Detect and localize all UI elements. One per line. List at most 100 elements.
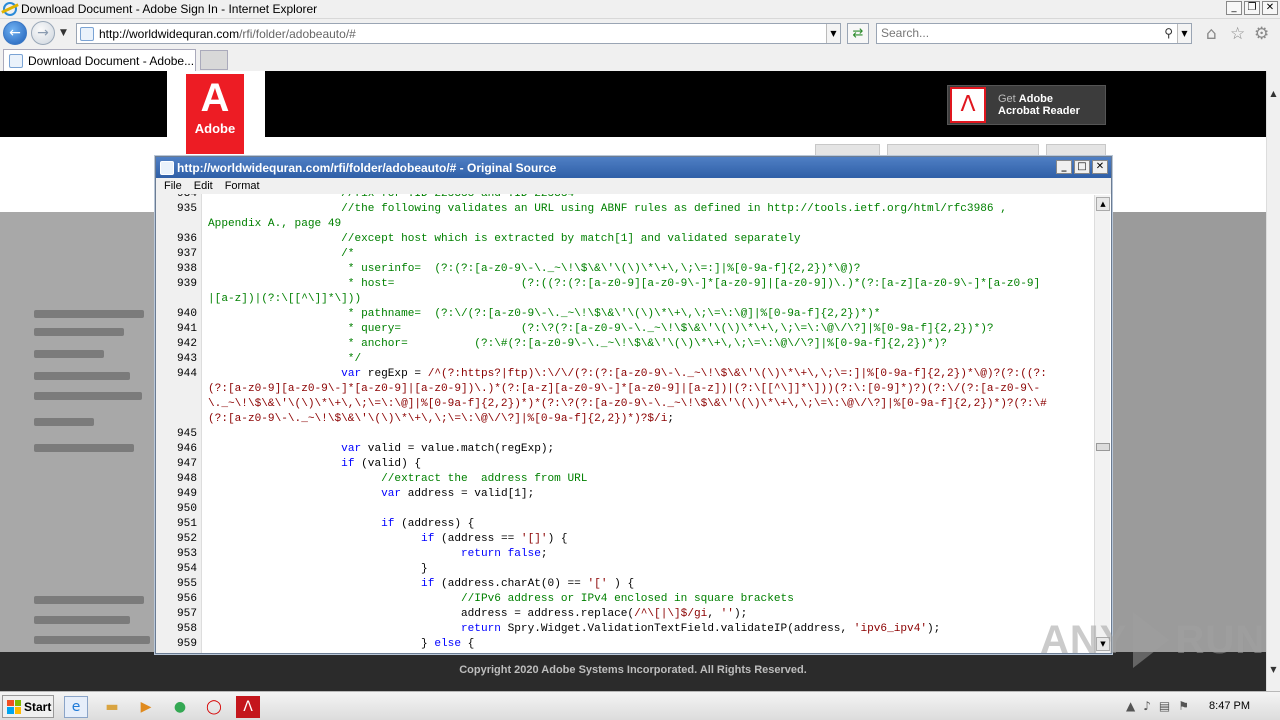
code-token: if [421,578,435,590]
search-icon[interactable]: ⚲ [1164,24,1173,43]
get-reader-prefix: Get [998,93,1019,105]
page-nav-tab[interactable] [1046,144,1106,156]
taskbar-media-player-icon[interactable]: ▶ [134,696,158,718]
settings-gear-icon[interactable]: ⚙ [1254,24,1269,44]
line-code: * host= (?:((?:(?:[a-z0-9][a-z0-9\-]*[a-… [208,277,1040,292]
tab-label: Download Document - Adobe... [28,53,195,68]
minimize-button[interactable]: _ [1226,1,1242,15]
source-code-view[interactable]: 934 //fix for :ID-225358 and :ID-225354 9… [156,194,1096,653]
back-button[interactable]: ← [3,21,27,45]
menu-file[interactable]: File [164,180,182,192]
code-token: */ [208,353,362,365]
code-token: (?:[a-z0-9\-\._~\!\$\&\'\(\)\*\+\,\;\=\:… [208,413,668,425]
windows-flag-icon [7,699,21,714]
source-minimize-button[interactable]: _ [1056,160,1072,174]
code-token: regExp = [361,368,428,380]
adobe-a-icon: A [200,76,230,120]
tray-flag-icon[interactable]: ⚑ [1178,699,1189,713]
taskbar-opera-icon[interactable]: ◯ [202,696,226,718]
menu-edit[interactable]: Edit [194,180,213,192]
source-scroll-up-icon[interactable]: ▲ [1096,197,1110,211]
line-code: return Spry.Widget.ValidationTextField.v… [208,622,940,637]
page-nav-tab[interactable] [815,144,880,156]
line-code: \._~\!\$\&\'\(\)\*\+\,\;\=\:\@]|%[0-9a-f… [208,397,1047,412]
code-token: Spry.Widget.ValidationTextField.validate… [500,623,854,635]
menu-format[interactable]: Format [225,180,260,192]
code-token: * userinfo= (?:(?:[a-z0-9\-\._~\!\$\&\'\… [208,263,861,275]
get-reader-product: Acrobat Reader [998,105,1080,117]
line-code: } else { [208,637,474,652]
code-token: var [381,488,402,500]
code-token: * query= (?:\?(?:[a-z0-9\-\._~\!\$\&\'\(… [208,323,994,335]
address-bar[interactable]: http://worldwidequran.com/rfi/folder/ado… [76,23,841,44]
blurred-text [34,328,124,336]
code-token: (address.charAt(0) == [434,578,588,590]
address-dropdown-icon[interactable]: ▼ [826,24,840,43]
restore-button[interactable]: ❐ [1244,1,1260,15]
line-number: 946 [177,443,197,455]
get-reader-text: Get Adobe Acrobat Reader [998,93,1080,117]
search-dropdown-icon[interactable]: ▼ [1177,24,1191,43]
blurred-text [34,418,94,426]
source-maximize-button[interactable]: □ [1074,160,1090,174]
line-number: 949 [177,488,197,500]
line-code: * query= (?:\?(?:[a-z0-9\-\._~\!\$\&\'\(… [208,322,994,337]
forward-button[interactable]: → [31,21,55,45]
source-close-button[interactable]: ✕ [1092,160,1108,174]
code-token: (valid) { [354,458,422,470]
code-token: } [208,638,435,650]
code-token: |[a-z])|(?:\[[^\]]*\])) [208,293,362,305]
source-scroll-thumb[interactable] [1096,443,1110,451]
taskbar-chrome-icon[interactable]: ● [168,696,192,718]
blurred-text [34,636,150,644]
scroll-up-icon[interactable]: ▲ [1267,87,1280,101]
recent-pages-dropdown-icon[interactable]: ▼ [60,28,67,38]
line-number: 935 [177,203,197,215]
search-input[interactable]: Search... ⚲ ▼ [876,23,1192,44]
close-button[interactable]: ✕ [1262,1,1278,15]
start-button[interactable]: Start [2,695,54,718]
adobe-logo: A Adobe [186,74,244,154]
taskbar-explorer-folder-icon[interactable]: ▬ [100,696,124,718]
line-number: 944 [177,368,197,380]
line-number: 934 [177,194,197,200]
acrobat-icon: ᐱ [950,87,986,123]
line-code: if (address == '[]') { [208,532,568,547]
source-scrollbar[interactable]: ▲ ▼ [1094,195,1110,653]
code-token: '[' [587,578,608,590]
line-number: 959 [177,638,197,650]
line-code: * pathname= (?:\/(?:[a-z0-9\-\._~\!\$\&\… [208,307,881,322]
taskbar-internet-explorer-icon[interactable]: e [64,696,88,718]
tab-favicon-icon [9,53,23,68]
scroll-down-icon[interactable]: ▼ [1267,663,1280,677]
tray-sound-icon[interactable]: ♪ [1143,699,1151,713]
refresh-button[interactable]: ⇄ [847,23,869,44]
code-token: //fix for :ID-225358 and :ID-225354 [208,194,575,200]
tray-network-icon[interactable]: ▤ [1159,699,1170,713]
line-code: if (address.charAt(0) == '[' ) { [208,577,634,592]
code-token: /* [208,248,355,260]
taskbar-acrobat-icon[interactable]: ᐱ [236,696,260,718]
line-code: return false; [208,547,548,562]
blurred-text [34,310,144,318]
page-scrollbar[interactable]: ▲ ▼ [1266,71,1280,691]
line-number: 940 [177,308,197,320]
line-number: 958 [177,623,197,635]
line-code: //except host which is extracted by matc… [208,232,800,247]
new-tab-button[interactable] [200,50,228,70]
home-icon[interactable]: ⌂ [1206,24,1217,44]
line-number: 953 [177,548,197,560]
code-token: address = address.replace( [208,608,635,620]
tab-download-document[interactable]: Download Document - Adobe... [3,49,196,71]
get-acrobat-reader-button[interactable]: ᐱ Get Adobe Acrobat Reader [947,85,1106,125]
favorites-star-icon[interactable]: ☆ [1230,24,1245,44]
document-preview-left [0,212,160,652]
code-token: /^(?:https?|ftp)\:\/\/(?:(?:[a-z0-9\-\._… [427,368,1047,380]
page-nav-tab[interactable] [887,144,1039,156]
code-token: valid = value.match(regExp); [361,443,555,455]
tray-expand-icon[interactable]: ▲ [1126,699,1135,713]
